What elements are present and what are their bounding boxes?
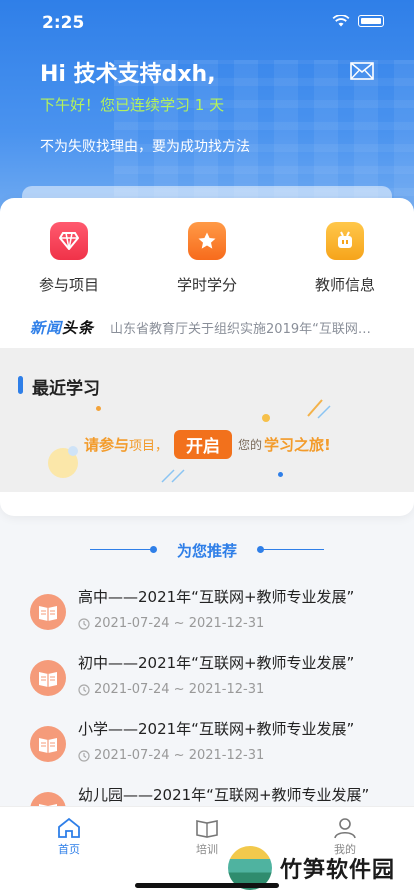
quick-actions: 参与项目 学时学分 教师信息 [0,222,414,295]
streak-greeting: 下午好！您已连续学习 1 天 [40,96,225,114]
diamond-icon [50,222,88,260]
item-title: 高中——2021年“互联网+教师专业发展” [78,588,355,606]
quick-action-projects[interactable]: 参与项目 [14,222,124,295]
recommend-title: 为您推荐 [176,542,237,560]
item-date-row: 2021-07-24 ~ 2021-12-31 [78,748,264,763]
clock-icon [78,749,90,762]
wifi-icon [332,15,350,27]
recommend-list: 高中——2021年“互联网+教师专业发展” 2021-07-24 ~ 2021-… [0,580,414,844]
item-date-row: 2021-07-24 ~ 2021-12-31 [78,682,264,697]
watermark-text: 竹笋软件园 [280,858,396,883]
divider-line [260,549,324,550]
news-headline[interactable]: 山东省教育厅关于组织实施2019年“互联网+... [110,318,380,337]
greeting-title: Hi 技术支持dxh, [40,62,216,87]
news-tag: 新闻头条 [30,317,94,338]
item-date: 2021-07-24 ~ 2021-12-31 [94,682,265,697]
clock-icon [78,683,90,696]
mail-icon[interactable] [350,62,374,80]
book-icon [30,660,66,696]
tab-home[interactable]: 首页 [0,807,138,896]
cta-part4: 学习之旅! [264,436,331,454]
book-open-icon [196,820,218,838]
battery-icon [358,15,384,27]
item-title: 小学——2021年“互联网+教师专业发展” [78,720,355,738]
motto-text: 不为失败找理由，要为成功找方法 [40,139,250,155]
decor-dot [68,446,78,456]
user-icon [334,818,356,839]
item-title: 幼儿园——2021年“互联网+教师专业发展” [78,786,370,804]
decor-lines [161,469,185,483]
start-study-prompt[interactable]: 请参与 项目， 开启 您的 学习之旅! [84,430,331,459]
home-icon [58,817,80,838]
decor-dot [96,406,101,411]
section-marker [18,376,23,394]
cta-part3: 您的 [238,438,263,452]
book-icon [30,594,66,630]
status-icons [332,15,384,27]
quick-action-label: 参与项目 [38,276,99,294]
start-button[interactable]: 开启 [174,430,233,459]
cta-part1: 请参与 [84,436,130,454]
star-icon [188,222,226,260]
recommend-header: 为您推荐 [0,538,414,562]
quick-action-credits[interactable]: 学时学分 [152,222,262,295]
quick-action-teacher-info[interactable]: 教师信息 [290,222,400,295]
quick-action-label: 教师信息 [314,276,375,294]
news-ticker[interactable]: 新闻头条 山东省教育厅关于组织实施2019年“互联网+... [30,316,390,338]
list-item[interactable]: 高中——2021年“互联网+教师专业发展” 2021-07-24 ~ 2021-… [0,580,414,646]
item-date: 2021-07-24 ~ 2021-12-31 [94,748,265,763]
decor-dot [262,414,270,422]
item-date: 2021-07-24 ~ 2021-12-31 [94,616,265,631]
clock-icon [78,617,90,630]
book-icon [30,726,66,762]
recent-study-section: 最近学习 请参与 项目， 开启 您的 学习之旅! [0,348,414,492]
recent-study-title: 最近学习 [32,379,100,399]
status-bar: 2:25 [0,0,414,44]
news-tag-part1: 新闻 [30,318,63,337]
tab-label: 首页 [58,843,80,856]
decor-lines [307,399,331,419]
list-item[interactable]: 小学——2021年“互联网+教师专业发展” 2021-07-24 ~ 2021-… [0,712,414,778]
tab-label: 培训 [196,843,218,856]
status-time: 2:25 [42,13,85,33]
home-indicator[interactable] [135,883,279,888]
news-tag-part2: 头条 [62,318,95,337]
robot-icon [326,222,364,260]
decor-dot [278,472,283,477]
item-date-row: 2021-07-24 ~ 2021-12-31 [78,616,264,631]
quick-action-label: 学时学分 [176,276,237,294]
list-item[interactable]: 初中——2021年“互联网+教师专业发展” 2021-07-24 ~ 2021-… [0,646,414,712]
item-title: 初中——2021年“互联网+教师专业发展” [78,654,355,672]
main-card: 参与项目 学时学分 教师信息 新闻头条 山东省教育厅关于组织实施2019年“互联… [0,198,414,516]
cta-part2: 项目， [129,439,169,454]
